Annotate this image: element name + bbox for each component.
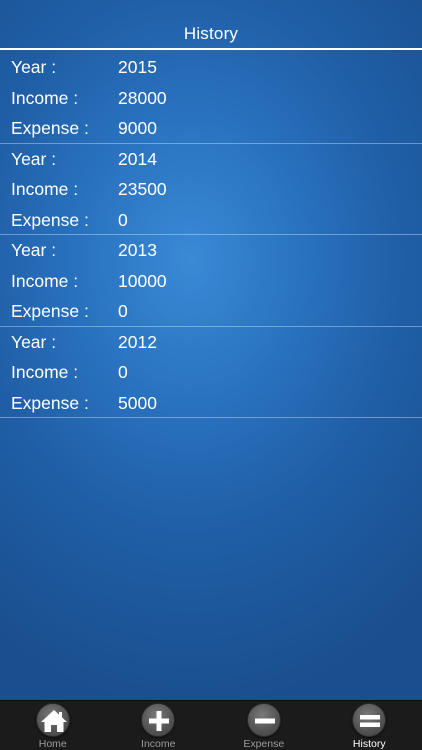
income-value: 10000: [118, 270, 167, 291]
tab-bar: Home Income Expense History: [0, 700, 422, 750]
history-list: Year : 2015 Income : 28000 Expense : 900…: [0, 52, 422, 418]
tab-history-label: History: [352, 738, 386, 750]
income-label: Income :: [11, 87, 79, 108]
year-value: 2014: [118, 148, 157, 169]
year-value: 2013: [118, 240, 157, 260]
expense-value: 5000: [118, 392, 157, 413]
expense-row: Expense : 0: [0, 205, 422, 236]
plus-icon: [141, 703, 176, 737]
header: History: [0, 0, 422, 50]
tab-income[interactable]: Income: [106, 701, 212, 750]
expense-row: Expense : 9000: [0, 113, 422, 144]
year-value: 2015: [118, 57, 157, 77]
expense-label: Expense :: [11, 392, 89, 413]
year-row: Year : 2012: [0, 327, 422, 358]
tab-home-label: Home: [38, 738, 67, 750]
income-value: 0: [118, 362, 128, 382]
year-row: Year : 2015: [0, 52, 422, 83]
tab-expense-label: Expense: [243, 738, 285, 750]
expense-value: 0: [118, 301, 128, 321]
expense-value: 9000: [118, 118, 157, 138]
expense-row: Expense : 0: [0, 296, 422, 327]
year-label: Year :: [11, 148, 57, 169]
tab-history[interactable]: History: [317, 701, 422, 750]
income-value: 28000: [118, 87, 167, 108]
expense-label: Expense :: [11, 209, 89, 230]
expense-row: Expense : 5000: [0, 388, 422, 419]
income-label: Income :: [11, 179, 79, 199]
page-title: History: [183, 24, 239, 43]
year-value: 2012: [118, 331, 157, 352]
expense-value: 0: [118, 209, 128, 230]
expense-label: Expense :: [11, 118, 89, 138]
tab-expense[interactable]: Expense: [211, 701, 317, 750]
income-label: Income :: [11, 362, 79, 382]
history-record: Year : 2012 Income : 0 Expense : 5000: [0, 327, 422, 419]
equals-icon: [352, 703, 387, 737]
home-icon: [35, 703, 70, 737]
history-record: Year : 2014 Income : 23500 Expense : 0: [0, 144, 422, 236]
year-row: Year : 2013: [0, 235, 422, 266]
history-record: Year : 2015 Income : 28000 Expense : 900…: [0, 52, 422, 144]
income-row: Income : 28000: [0, 83, 422, 114]
tab-home[interactable]: Home: [0, 701, 106, 750]
header-divider: [0, 48, 422, 50]
tab-income-label: Income: [141, 738, 176, 750]
income-row: Income : 23500: [0, 174, 422, 205]
history-record: Year : 2013 Income : 10000 Expense : 0: [0, 235, 422, 327]
income-row: Income : 10000: [0, 266, 422, 297]
income-label: Income :: [11, 270, 79, 291]
income-value: 23500: [118, 179, 167, 199]
year-label: Year :: [11, 240, 57, 260]
income-row: Income : 0: [0, 357, 422, 388]
minus-icon: [246, 703, 281, 737]
year-label: Year :: [11, 57, 57, 77]
year-row: Year : 2014: [0, 144, 422, 175]
expense-label: Expense :: [11, 301, 89, 321]
year-label: Year :: [11, 331, 57, 352]
